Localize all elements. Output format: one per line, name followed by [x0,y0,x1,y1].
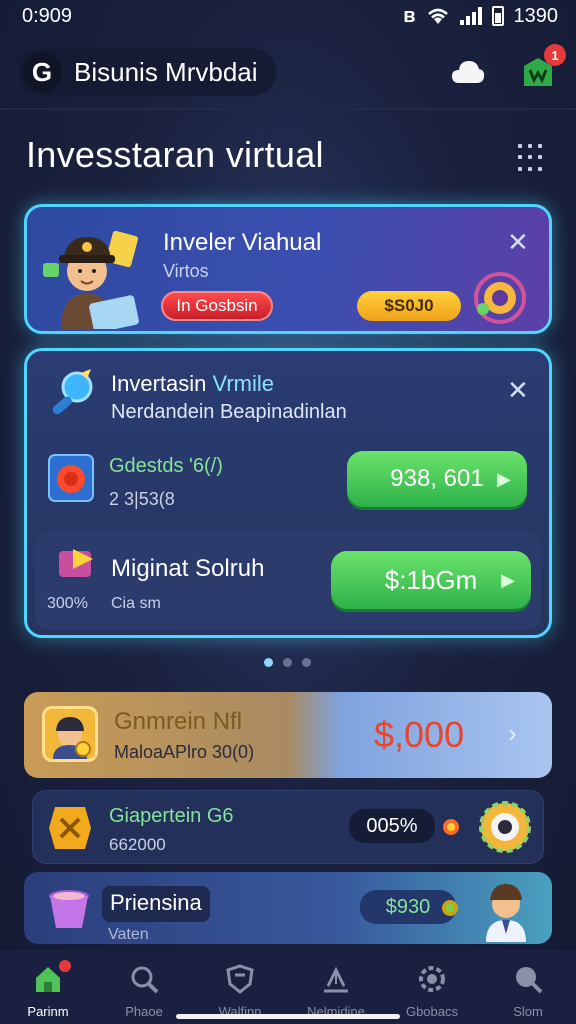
card-title: Inveler Viahual [163,229,322,256]
search-icon [131,966,159,994]
nav-wallet[interactable]: Walfinn [192,950,288,1024]
home-icon [36,967,60,992]
coin-icon [443,819,459,835]
wifi-icon [427,8,448,24]
list-item-amount: $,000 [374,714,465,755]
search-icon [516,967,543,994]
home-indicator[interactable] [176,1014,400,1019]
item-value: 2 3|53(8 [109,489,175,509]
card-subtitle: Nerdandein Beapinadinlan [111,401,347,423]
status-clock: 1390 [513,4,559,27]
header-divider [0,108,576,110]
status-time: 0:909 [22,4,73,27]
chevron-right-icon: ▶ [501,569,515,590]
app-bar: G Bisunis Mrvbdai 1 [0,40,576,104]
investor-avatar-icon [43,230,139,329]
flag-icon [59,549,93,577]
ticket-icon [49,807,91,849]
status-bar: 0:909 ʙ 1390 [0,0,576,32]
nav-search[interactable]: Phaoe [96,950,192,1024]
amount-pill[interactable]: $S0J0 [357,291,461,321]
item-label: Gdestds '6(/) [109,455,223,477]
carousel-dot[interactable] [264,658,273,667]
coin-gear-icon[interactable] [473,271,527,325]
item-sub: Cia sm [111,595,161,612]
invest-button[interactable]: 938, 601 ▶ [347,451,527,507]
bluetooth-icon: ʙ [403,4,416,27]
nav-label: Slom [513,1004,543,1019]
coin-icon [442,900,458,916]
chart-up-icon [324,966,348,993]
shield-icon [226,964,254,994]
bottom-navigation: Parinm Phaoe Walfinn Nelmidine Gbobacs S… [0,950,576,1024]
app-title: Bisunis Mrvbdai [74,56,258,87]
list-item-title: Priensina [102,886,210,922]
investor-avatar [42,706,98,762]
status-tag[interactable]: In Gosbsin [161,291,273,321]
list-item-subtitle: MaloaAPlro 30(0) [114,742,255,762]
card-subtitle: Virtos [163,261,209,281]
gear-icon [419,966,445,992]
card-title-accent: Vrmile [212,371,275,396]
cloud-button[interactable] [448,52,488,92]
chevron-right-icon[interactable]: › [508,718,517,749]
carousel-indicator[interactable] [264,658,311,667]
investment-card: Invertasin Vrmile Nerdandein Beapinadinl… [24,348,552,638]
page-title: Invesstaran virtual [26,134,324,175]
app-logo: G [22,52,62,92]
settings-gear-icon[interactable] [477,799,533,855]
app-brand[interactable]: G Bisunis Mrvbdai [18,48,276,96]
card-title: Invertasin Vrmile [111,371,274,397]
list-item[interactable]: Priensina Vaten $930 [24,872,552,944]
list-item-title: Gnmrein Nfl [114,708,243,735]
list-item[interactable]: Giapertein G6 662000 005% [32,790,544,864]
nav-market[interactable]: Nelmidine [288,950,384,1024]
target-icon [48,454,94,502]
nav-label: Gbobacs [405,1004,459,1019]
chevron-right-icon: ▶ [497,468,511,489]
list-item-subtitle: 662000 [109,835,166,854]
list-item[interactable]: Gnmrein Nfl MaloaAPlro 30(0) $,000 › [24,692,552,778]
inner-panel: Miginat Solruh 300% Cia sm $:1bGm ▶ [35,531,541,629]
carousel-dot[interactable] [302,658,311,667]
list-item-amount: 005% [349,809,435,843]
signal-icon [459,7,482,25]
battery-icon [491,6,504,26]
nav-label: Phaoe [125,1004,163,1019]
nav-profile[interactable]: Slom [480,950,576,1024]
search-key-icon [52,369,93,415]
list-item-title: Giapertein G6 [109,805,234,827]
notification-badge: 1 [544,44,566,66]
close-icon[interactable]: ✕ [507,375,529,406]
virtual-investor-card[interactable]: Inveler Viahual Virtos In Gosbsin $S0J0 … [24,204,552,334]
invest-button-label: 938, 601 [390,465,484,492]
buy-button[interactable]: $:1bGm ▶ [331,551,531,609]
nav-label: Parinm [27,1004,69,1019]
item-label: Miginat Solruh [111,555,265,582]
list-item-subtitle: Vaten [108,926,149,943]
bucket-icon [49,890,89,928]
buy-button-label: $:1bGm [384,564,478,595]
carousel-dot[interactable] [283,658,292,667]
nav-global[interactable]: Gbobacs [384,950,480,1024]
cloud-icon [452,61,485,83]
close-icon[interactable]: ✕ [507,227,529,258]
status-icons: ʙ 1390 [403,5,558,28]
person-avatar-icon [486,884,526,942]
card-title-part: Invertasin [111,371,213,396]
home-badge-icon [59,960,71,972]
grid-menu-icon[interactable] [518,144,546,172]
item-pct: 300% [47,595,88,612]
nav-home[interactable]: Parinm [0,950,96,1024]
investor-icon [53,717,91,759]
wallet-button[interactable]: 1 [518,44,566,92]
